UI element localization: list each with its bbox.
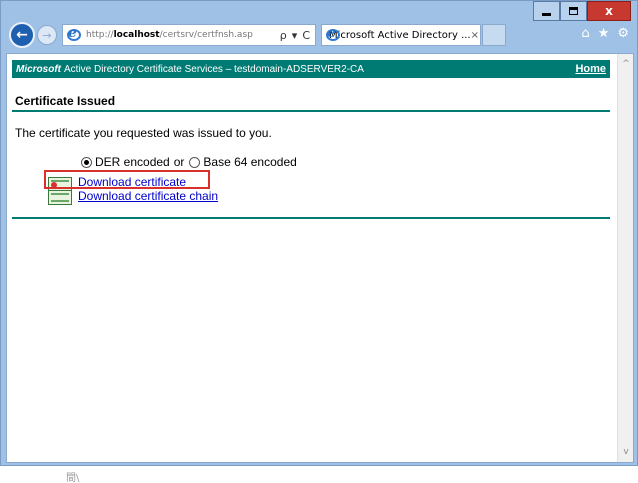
certsrv-page: Microsoft Active Directory Certificate S… (7, 54, 618, 462)
home-link[interactable]: Home (575, 63, 606, 75)
issued-message: The certificate you requested was issued… (15, 126, 272, 140)
minimize-icon (542, 12, 551, 16)
address-bar[interactable]: e http://localhost/certsrv/certfnsh.asp … (62, 24, 316, 46)
page-title: Certificate Issued (15, 94, 116, 108)
url-scheme: http:// (86, 30, 114, 40)
encoding-options: DER encoded or Base 64 encoded (81, 155, 297, 169)
header-banner: Microsoft Active Directory Certificate S… (12, 60, 610, 78)
browser-window: x ← → e http://localhost/certsrv/certfns… (0, 0, 638, 466)
footer-divider (12, 217, 610, 219)
maximize-icon (569, 7, 578, 15)
close-icon: x (605, 4, 613, 18)
address-url[interactable]: http://localhost/certsrv/certfnsh.asp (86, 30, 253, 40)
banner-title: Active Directory Certificate Services – … (64, 63, 364, 75)
new-tab-button[interactable] (482, 24, 506, 46)
refresh-icon[interactable]: C (302, 29, 310, 42)
forward-icon: → (42, 28, 52, 42)
ie-logo-icon: e (66, 26, 82, 43)
address-tools: ρ ▾ C (280, 29, 315, 42)
scroll-down-icon[interactable]: v (618, 444, 633, 460)
page-viewport: Microsoft Active Directory Certificate S… (6, 53, 634, 463)
base64-encoded-label: Base 64 encoded (203, 155, 297, 169)
navigation-bar: ← → e http://localhost/certsrv/certfnsh.… (5, 20, 635, 50)
vertical-scrollbar[interactable]: ^ v (617, 54, 633, 462)
url-host: localhost (113, 30, 160, 40)
tab-title: Microsoft Active Directory ... (329, 29, 471, 41)
back-icon: ← (16, 27, 28, 43)
search-icon[interactable]: ρ (280, 29, 287, 42)
der-encoded-label: DER encoded (95, 155, 170, 169)
certificate-chain-icon (48, 190, 72, 205)
below-window-area (0, 466, 638, 483)
scroll-up-icon[interactable]: ^ (618, 56, 633, 72)
tab-close-icon[interactable]: × (471, 30, 479, 41)
banner-brand: Microsoft (16, 63, 61, 75)
settings-gear-icon[interactable]: ⚙ (617, 26, 629, 41)
address-dropdown-icon[interactable]: ▾ (292, 29, 298, 42)
below-window-text: 間\ (66, 473, 80, 483)
home-icon[interactable]: ⌂ (581, 26, 589, 41)
url-path: /certsrv/certfnsh.asp (159, 30, 253, 40)
heading-divider (12, 110, 610, 112)
minimize-button[interactable] (533, 1, 560, 21)
tab-active-directory[interactable]: e Microsoft Active Directory ... × (321, 24, 481, 46)
browser-toolbar-icons: ⌂ ★ ⚙ (581, 26, 629, 41)
forward-button[interactable]: → (37, 25, 57, 45)
der-encoded-radio[interactable] (81, 156, 92, 168)
window-caption-buttons: x (533, 1, 631, 21)
base64-encoded-radio[interactable] (189, 156, 201, 168)
close-window-button[interactable]: x (587, 1, 631, 21)
or-label: or (173, 155, 185, 169)
favorites-star-icon[interactable]: ★ (598, 26, 610, 41)
back-button[interactable]: ← (9, 22, 35, 48)
maximize-button[interactable] (560, 1, 587, 21)
highlight-box (44, 170, 210, 189)
download-certificate-chain-link[interactable]: Download certificate chain (78, 189, 218, 203)
